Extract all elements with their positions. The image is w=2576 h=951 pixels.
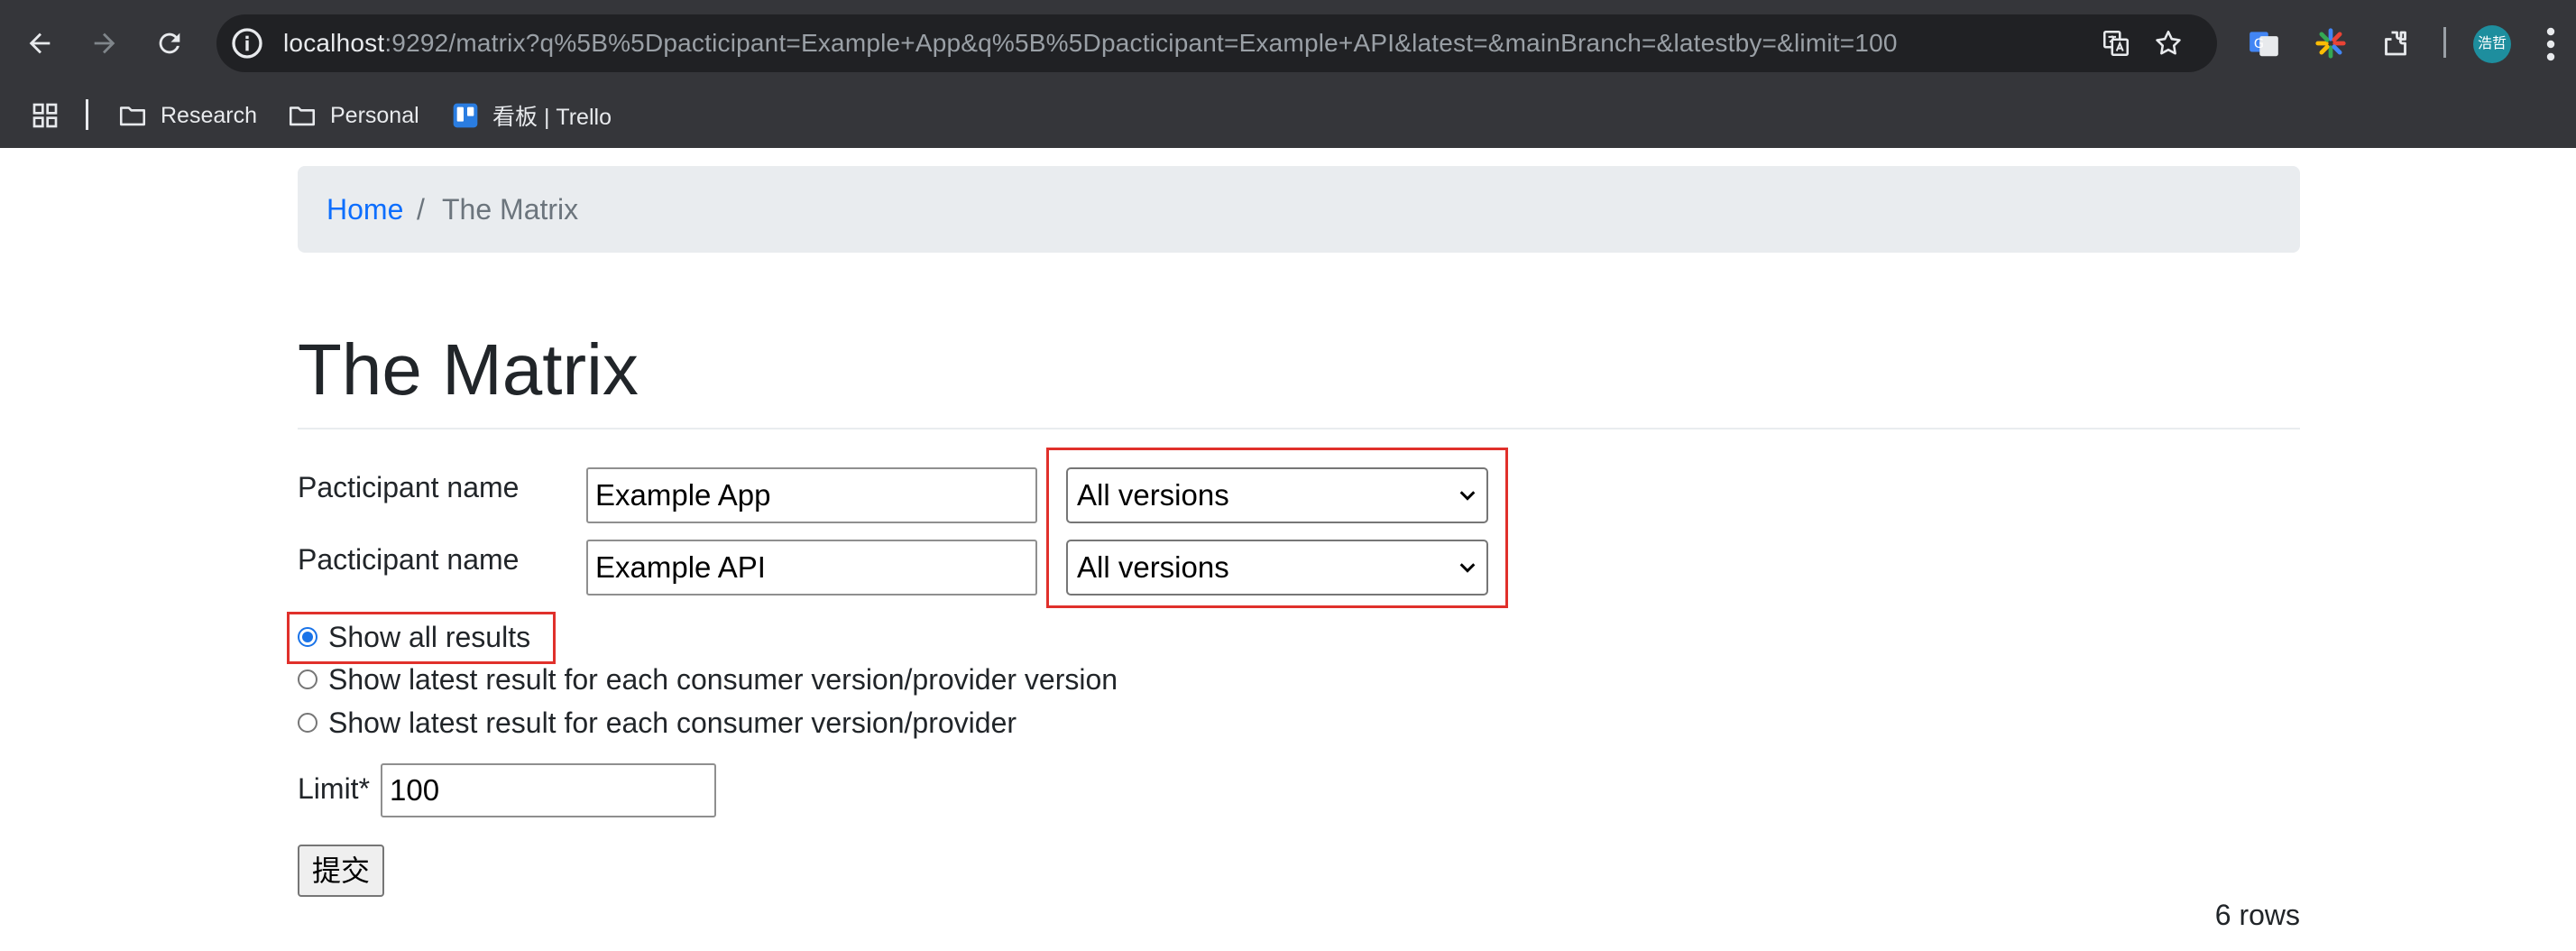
limit-label: Limit*	[298, 772, 371, 805]
submit-button[interactable]: 提交	[298, 845, 384, 897]
extensions-puzzle-icon[interactable]	[2372, 20, 2419, 67]
folder-icon	[289, 106, 316, 126]
radio-label: Show latest result for each consumer ver…	[328, 706, 1017, 739]
bookmark-research[interactable]: Research	[117, 97, 257, 134]
participant-name-label: Pacticipant name	[298, 543, 520, 576]
participant-name-input[interactable]	[586, 467, 1037, 523]
bookmark-label: 看板 | Trello	[492, 105, 612, 130]
forward-button[interactable]	[79, 18, 130, 69]
participant-name-label: Pacticipant name	[298, 471, 520, 503]
apps-grid-icon[interactable]	[31, 97, 72, 134]
arrow-left-icon	[29, 32, 51, 54]
profile-avatar[interactable]: 浩哲	[2473, 25, 2511, 63]
radio-button[interactable]	[298, 669, 317, 689]
radio-latest-per-provider[interactable]: Show latest result for each consumer ver…	[298, 703, 1017, 743]
bookmarks-separator	[86, 99, 88, 130]
radio-button[interactable]	[298, 713, 317, 733]
page-title: The Matrix	[298, 329, 639, 410]
radio-button-checked[interactable]	[298, 627, 317, 647]
trello-icon	[453, 103, 478, 128]
bookmark-label: Research	[161, 102, 257, 128]
breadcrumb-current: The Matrix	[442, 193, 579, 226]
radio-latest-per-version[interactable]: Show latest result for each consumer ver…	[298, 660, 1118, 699]
participant-name-input[interactable]	[586, 540, 1037, 596]
reload-button[interactable]	[144, 18, 195, 69]
address-bar[interactable]: localhost:9292/matrix?q%5B%5Dpacticipant…	[216, 14, 2217, 72]
reload-icon	[159, 32, 180, 54]
url-host: localhost	[283, 29, 385, 57]
bookmark-label: Personal	[330, 102, 419, 128]
bookmarks-bar: Research Personal 看板 | Trello	[0, 88, 2576, 143]
version-selects-highlight-box	[1046, 448, 1508, 608]
url-path: :9292/matrix?q%5B%5Dpacticipant=Example+…	[384, 29, 1898, 57]
toolbar-separator	[2443, 27, 2446, 58]
bookmark-star-icon[interactable]	[2150, 25, 2186, 61]
title-divider	[298, 428, 2300, 429]
radio-label: Show all results	[328, 620, 531, 653]
bookmark-trello[interactable]: 看板 | Trello	[451, 97, 612, 134]
folder-icon	[119, 106, 146, 126]
breadcrumb: Home / The Matrix	[298, 166, 2300, 253]
more-menu-icon[interactable]	[2544, 25, 2558, 63]
result-row-count: 6 rows	[2214, 899, 2300, 931]
breadcrumb-home-link[interactable]: Home	[327, 166, 403, 253]
arrow-right-icon	[94, 32, 115, 54]
url-text[interactable]: localhost:9292/matrix?q%5B%5Dpacticipant…	[283, 14, 1898, 72]
google-translate-extension-icon[interactable]: G	[2240, 20, 2287, 67]
site-info-icon[interactable]	[229, 25, 265, 61]
translate-icon[interactable]	[2098, 25, 2134, 61]
svg-text:G: G	[2254, 37, 2264, 51]
breadcrumb-separator: /	[417, 193, 425, 226]
back-button[interactable]	[14, 18, 65, 69]
limit-input[interactable]	[381, 763, 716, 817]
radio-label: Show latest result for each consumer ver…	[328, 662, 1118, 696]
radio-show-all-results[interactable]: Show all results	[298, 617, 530, 657]
bookmark-personal[interactable]: Personal	[287, 97, 419, 134]
browser-chrome: localhost:9292/matrix?q%5B%5Dpacticipant…	[0, 0, 2576, 148]
sparkle-extension-icon[interactable]	[2307, 20, 2354, 67]
